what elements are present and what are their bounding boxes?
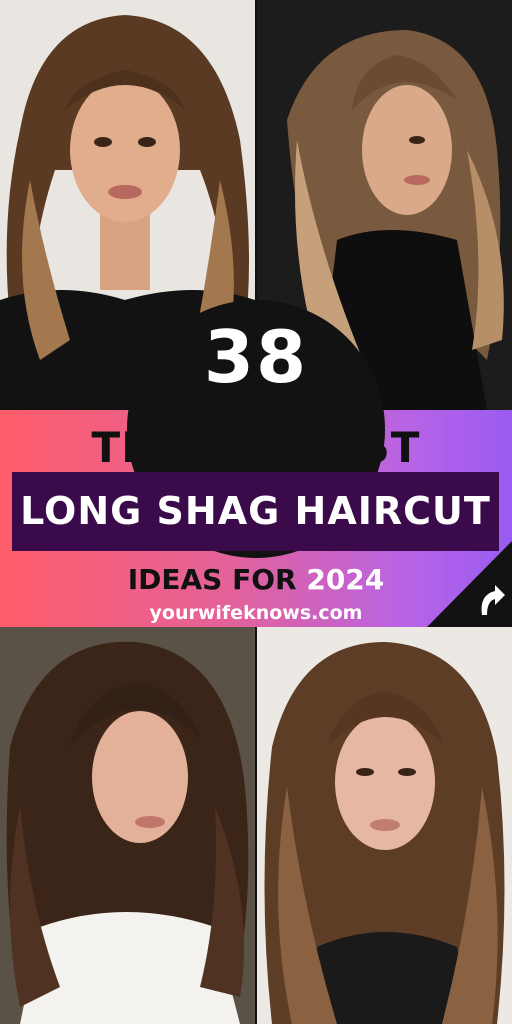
headline-year: 2024 [306, 563, 385, 596]
headline-number: 38 [203, 315, 309, 399]
hair-photo-bottom-left [0, 627, 255, 1024]
headline-line-3-text: IDEAS FOR [127, 563, 297, 596]
headline-line-1: THE CUTTEST [91, 423, 421, 472]
headline-line-2: LONG SHAG HAIRCUT [20, 489, 491, 533]
hair-photo-bottom-right [257, 627, 512, 1024]
share-arrow-icon[interactable] [427, 541, 512, 627]
